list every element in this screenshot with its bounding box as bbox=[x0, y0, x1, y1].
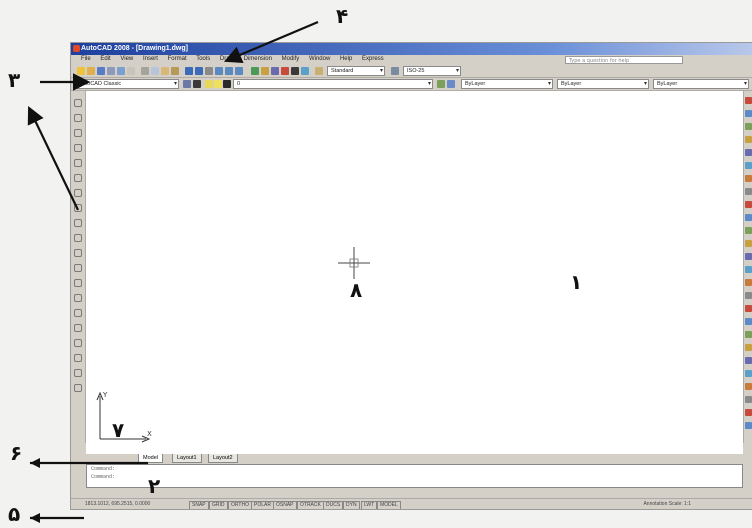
callout-4: ۴ bbox=[336, 4, 349, 28]
callout-3: ۳ bbox=[8, 68, 21, 92]
callout-arrows bbox=[27, 20, 319, 523]
callout-8: ۸ bbox=[350, 278, 363, 302]
callout-7: ۷ bbox=[112, 418, 125, 442]
callout-2: ۲ bbox=[148, 474, 161, 498]
arrow-6-head bbox=[30, 458, 40, 468]
arrow-4 bbox=[223, 20, 319, 63]
arrow-5-head bbox=[30, 513, 40, 523]
callout-1: ۱ bbox=[570, 270, 583, 294]
callout-5: ۵ bbox=[8, 502, 21, 526]
callout-6: ۶ bbox=[10, 441, 23, 465]
arrow-3-draw-toolbar bbox=[27, 106, 79, 211]
